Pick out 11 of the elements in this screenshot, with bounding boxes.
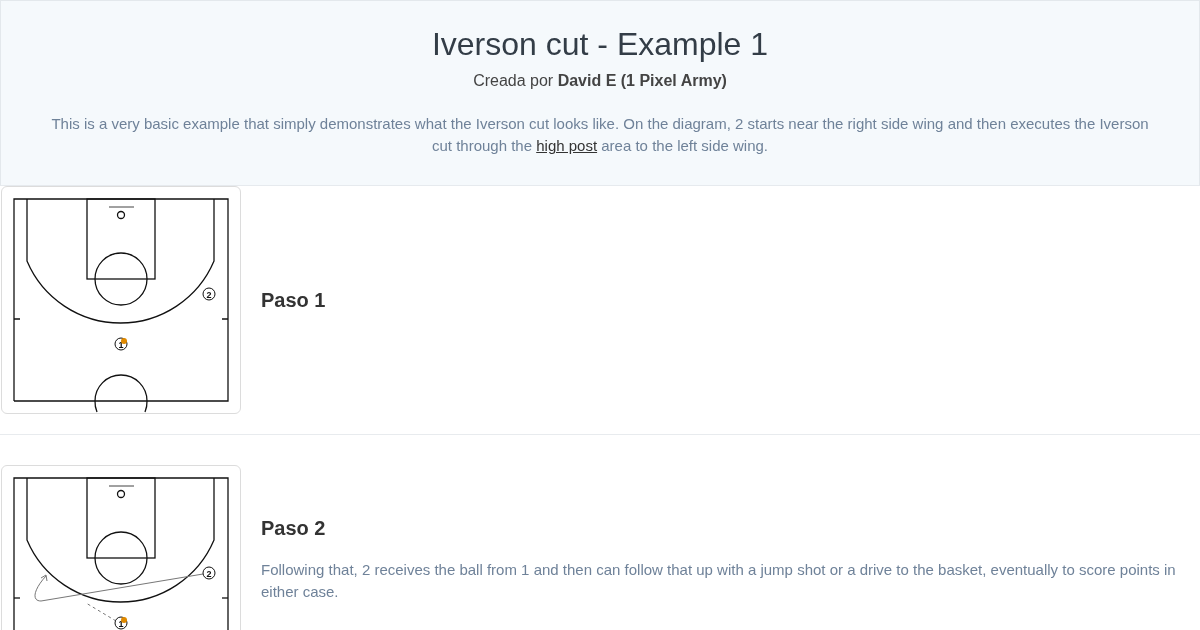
author-name: David E (1 Pixel Army) [557, 72, 727, 89]
player-marker: 2 [202, 566, 216, 580]
step-title: Paso 2 [261, 516, 327, 541]
play-description: This is a very basic example that simply demonstrates what the Iverson cut looks like. On the diagram, 2 starts near the right side wing and then executes the Iverson cut through the high post area to the left side wing. [50, 114, 1150, 156]
player-marker: 2 [202, 287, 216, 301]
pass-line [85, 602, 117, 622]
step-description: Following that, 2 receives the ball from 1 and then can follow that up with a jump shot or a drive to the basket, eventually to score points in either case. [261, 560, 1176, 602]
high-post-link[interactable]: high post [536, 137, 598, 154]
step-title: Paso 1 [261, 288, 327, 313]
byline-label: Creada por [473, 72, 554, 89]
play-title: Iverson cut - Example 1 [430, 25, 770, 63]
